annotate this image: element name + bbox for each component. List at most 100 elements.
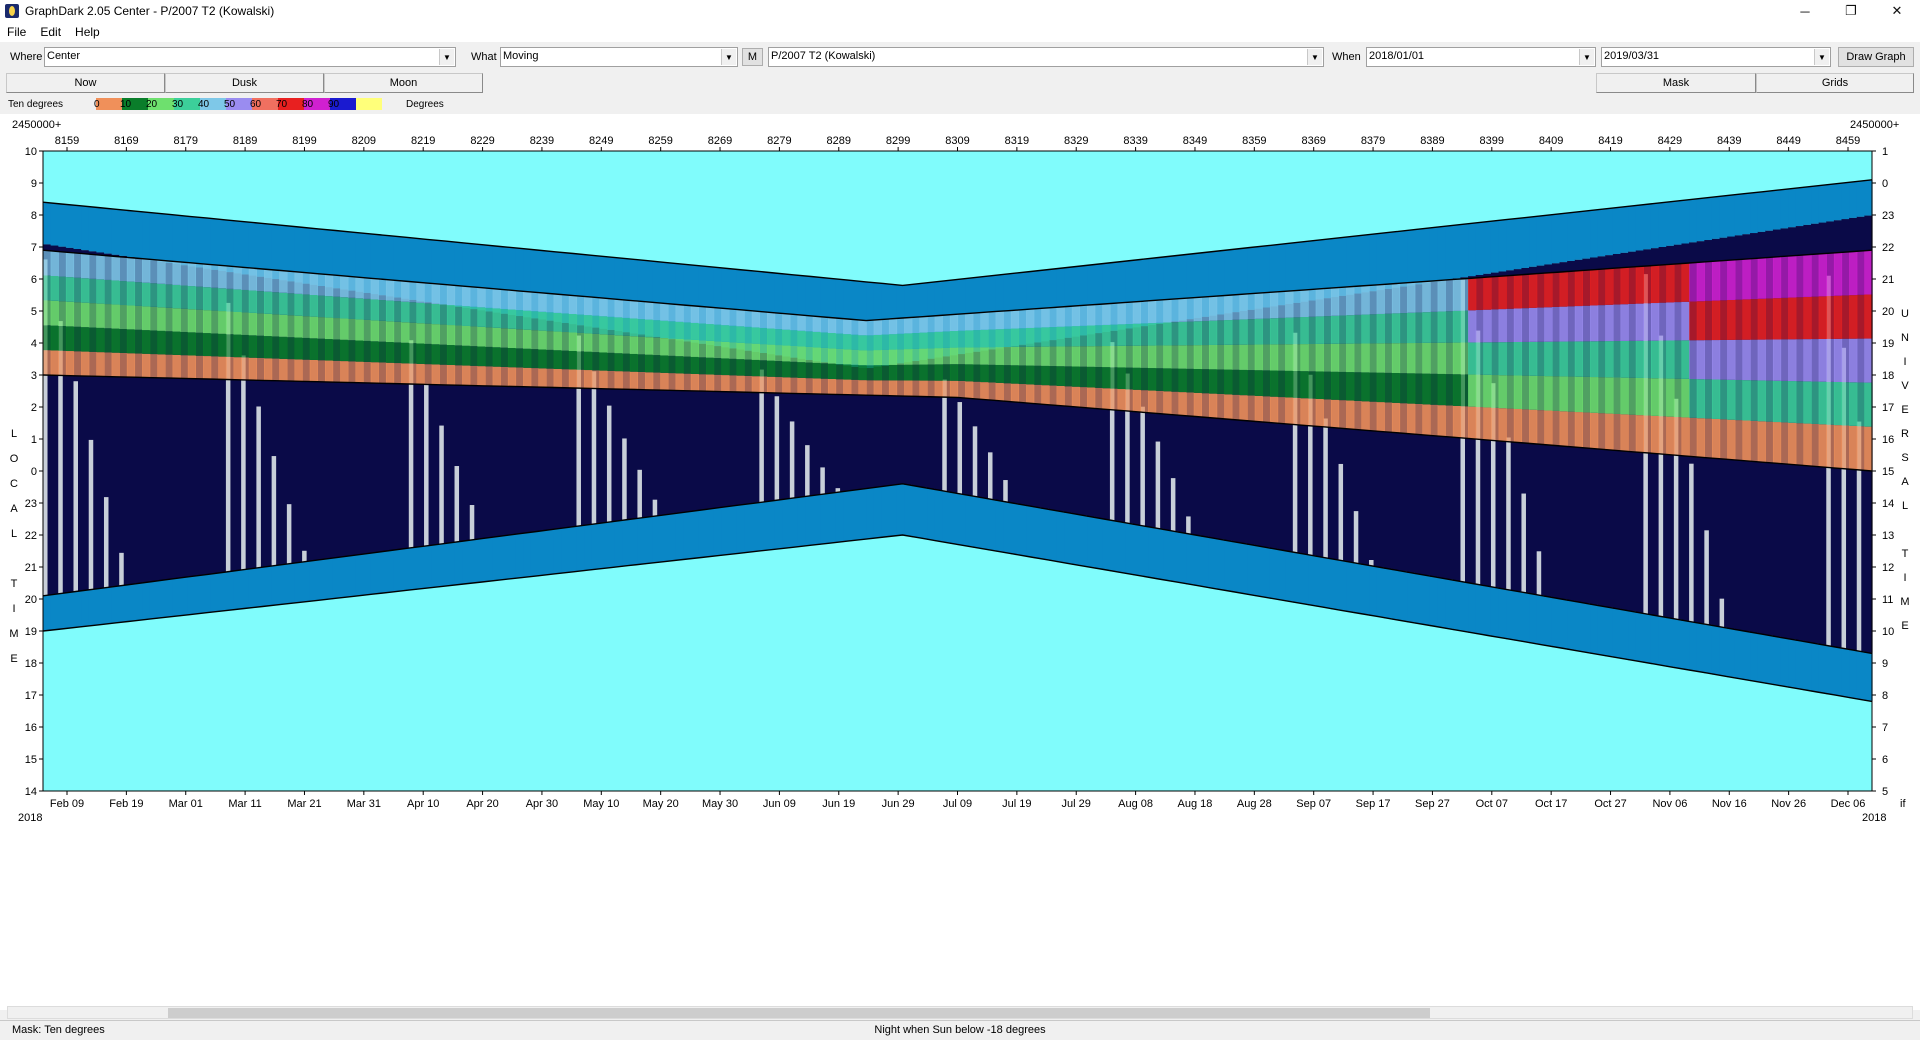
twilight-band xyxy=(934,490,943,542)
comet-altitude-band xyxy=(1445,342,1454,375)
comet-altitude-band xyxy=(995,347,1004,365)
mask-button[interactable]: Mask xyxy=(1596,73,1756,93)
moonlight-stripe xyxy=(789,421,795,498)
twilight-band xyxy=(1803,642,1812,691)
when-start-select[interactable]: 2018/01/01 ▼ xyxy=(1366,47,1596,67)
comet-altitude-band xyxy=(50,300,59,326)
comet-altitude-band xyxy=(957,364,966,381)
grids-button[interactable]: Grids xyxy=(1756,73,1914,93)
chevron-down-icon[interactable]: ▼ xyxy=(1307,49,1322,65)
comet-altitude-band xyxy=(187,286,197,310)
comet-altitude-band xyxy=(576,296,585,315)
comet-altitude-band xyxy=(157,307,166,331)
comet-altitude-band xyxy=(866,335,875,351)
comet-altitude-band xyxy=(431,364,440,385)
comet-altitude-band xyxy=(1452,405,1462,438)
restore-button[interactable]: ❐ xyxy=(1828,0,1874,22)
now-button[interactable]: Now xyxy=(6,73,165,93)
comet-altitude-band xyxy=(927,316,936,333)
chevron-down-icon[interactable]: ▼ xyxy=(1814,49,1829,65)
comet-altitude-band xyxy=(1650,265,1660,304)
comet-altitude-band xyxy=(1346,372,1355,401)
where-select[interactable]: Center ▼ xyxy=(44,47,456,67)
comet-altitude-band xyxy=(1269,370,1279,397)
scrollbar-thumb[interactable] xyxy=(168,1008,1430,1018)
m-button[interactable]: M xyxy=(742,48,763,66)
comet-altitude-band xyxy=(866,320,875,336)
dusk-button[interactable]: Dusk xyxy=(165,73,324,93)
moonlight-stripe xyxy=(1704,530,1709,625)
comet-altitude-band xyxy=(1109,388,1119,410)
object-select[interactable]: P/2007 T2 (Kowalski) ▼ xyxy=(768,47,1324,67)
comet-altitude-band xyxy=(1551,341,1561,377)
comet-altitude-band xyxy=(667,321,677,339)
comet-altitude-band xyxy=(530,349,539,369)
comet-altitude-band xyxy=(119,257,128,282)
twilight-band xyxy=(492,536,501,581)
comet-altitude-band xyxy=(1231,394,1241,420)
comet-altitude-band xyxy=(58,350,67,376)
comet-altitude-band xyxy=(210,264,219,288)
comet-altitude-band xyxy=(1163,322,1172,346)
comet-altitude-band xyxy=(469,326,478,347)
twilight-band xyxy=(1071,514,1081,565)
comet-altitude-band xyxy=(1216,320,1225,345)
twilight-band xyxy=(355,554,364,596)
comet-altitude-band xyxy=(652,337,661,356)
comet-altitude-band xyxy=(1010,328,1020,347)
twilight-band xyxy=(972,496,981,548)
comet-altitude-band xyxy=(225,288,235,312)
comet-altitude-band xyxy=(1811,381,1820,424)
comet-altitude-band xyxy=(591,297,600,316)
comet-altitude-band xyxy=(1841,295,1850,339)
comet-altitude-band xyxy=(1041,365,1050,386)
comet-altitude-band xyxy=(835,364,844,380)
comet-altitude-band xyxy=(1727,260,1736,300)
moon-button[interactable]: Moon xyxy=(324,73,483,93)
draw-graph-button[interactable]: Draw Graph xyxy=(1838,47,1914,67)
when-end-select[interactable]: 2019/03/31 ▼ xyxy=(1601,47,1831,67)
twilight-band xyxy=(134,583,143,621)
comet-altitude-band xyxy=(477,366,486,386)
horizontal-scrollbar[interactable] xyxy=(7,1006,1913,1019)
comet-altitude-band xyxy=(492,347,501,367)
comet-altitude-band xyxy=(393,301,402,322)
menu-help[interactable]: Help xyxy=(68,25,107,39)
comet-altitude-band xyxy=(1292,290,1302,318)
comet-altitude-band xyxy=(1422,281,1431,313)
comet-altitude-band xyxy=(888,380,898,396)
local-time-tick: 6 xyxy=(31,274,37,286)
menu-file[interactable]: File xyxy=(0,25,33,39)
comet-altitude-band xyxy=(698,306,707,324)
comet-altitude-band xyxy=(637,371,646,390)
jd-tick-label: 8279 xyxy=(767,135,791,147)
comet-altitude-band xyxy=(1849,382,1858,426)
minimize-button[interactable]: ─ xyxy=(1782,0,1828,22)
comet-altitude-band xyxy=(1216,344,1225,370)
comet-altitude-band xyxy=(622,300,631,318)
twilight-band xyxy=(111,209,120,255)
comet-altitude-band xyxy=(1780,297,1789,340)
what-select[interactable]: Moving ▼ xyxy=(500,47,738,67)
comet-altitude-band xyxy=(1285,317,1294,345)
menu-edit[interactable]: Edit xyxy=(33,25,68,39)
comet-altitude-band xyxy=(1269,396,1279,423)
twilight-band xyxy=(1254,546,1263,597)
comet-altitude-band xyxy=(1391,402,1401,433)
comet-altitude-band xyxy=(279,292,288,315)
close-button[interactable]: ✕ xyxy=(1874,0,1920,22)
comet-altitude-band xyxy=(561,332,570,351)
legend-left-label: Ten degrees xyxy=(8,99,64,110)
local-time-axis-letter: I xyxy=(12,603,15,615)
comet-altitude-band xyxy=(164,284,174,308)
twilight-band xyxy=(81,590,90,627)
twilight-band xyxy=(401,548,410,591)
chevron-down-icon[interactable]: ▼ xyxy=(439,49,454,65)
chevron-down-icon[interactable]: ▼ xyxy=(721,49,736,65)
chevron-down-icon[interactable]: ▼ xyxy=(1579,49,1594,65)
comet-altitude-band xyxy=(957,330,966,348)
comet-altitude-band xyxy=(599,370,608,389)
twilight-band xyxy=(1803,186,1812,225)
comet-altitude-band xyxy=(660,372,669,391)
comet-altitude-band xyxy=(1475,407,1484,440)
